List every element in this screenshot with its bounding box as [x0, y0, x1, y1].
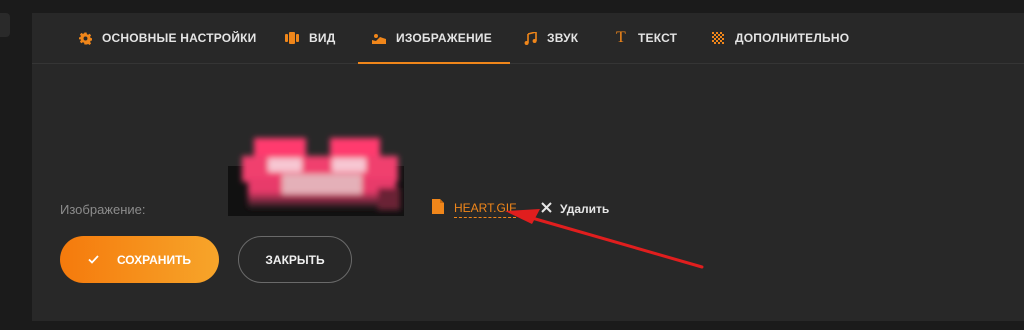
side-tab[interactable]	[0, 13, 10, 37]
image-icon	[372, 31, 386, 45]
close-button[interactable]: ЗАКРЫТЬ	[238, 236, 352, 283]
delete-label: Удалить	[560, 202, 610, 216]
tab-label: ЗВУК	[547, 31, 579, 45]
settings-panel: ОСНОВНЫЕ НАСТРОЙКИ ВИД ИЗОБРАЖЕНИЕ ЗВУК …	[32, 13, 1024, 321]
close-icon	[541, 202, 552, 216]
tab-text[interactable]: T ТЕКСТ	[614, 13, 677, 63]
file-icon	[432, 199, 444, 219]
image-preview	[228, 130, 404, 216]
check-icon	[88, 253, 99, 267]
music-icon	[523, 31, 537, 45]
save-button[interactable]: СОХРАНИТЬ	[60, 236, 219, 283]
save-label: СОХРАНИТЬ	[116, 252, 192, 267]
tab-label: ВИД	[309, 31, 336, 45]
tab-image[interactable]: ИЗОБРАЖЕНИЕ	[358, 13, 510, 64]
close-label: ЗАКРЫТЬ	[265, 252, 325, 267]
view-icon	[285, 31, 299, 45]
tab-basic-settings[interactable]: ОСНОВНЫЕ НАСТРОЙКИ	[78, 13, 257, 63]
file-name-link[interactable]: HEART.GIF	[454, 201, 517, 218]
tab-label: ОСНОВНЫЕ НАСТРОЙКИ	[102, 31, 257, 45]
tab-view[interactable]: ВИД	[285, 13, 335, 63]
tab-additional[interactable]: ДОПОЛНИТЕЛЬНО	[711, 13, 849, 63]
image-field-label: Изображение:	[60, 202, 146, 217]
tab-label: ИЗОБРАЖЕНИЕ	[396, 31, 492, 45]
tab-sound[interactable]: ЗВУК	[523, 13, 578, 63]
gear-icon	[78, 31, 92, 45]
checker-icon	[711, 31, 725, 45]
tab-label: ТЕКСТ	[638, 31, 678, 45]
delete-button[interactable]: Удалить	[541, 202, 609, 216]
text-icon: T	[616, 29, 626, 46]
tab-label: ДОПОЛНИТЕЛЬНО	[735, 31, 850, 45]
tab-bar: ОСНОВНЫЕ НАСТРОЙКИ ВИД ИЗОБРАЖЕНИЕ ЗВУК …	[32, 13, 1024, 64]
